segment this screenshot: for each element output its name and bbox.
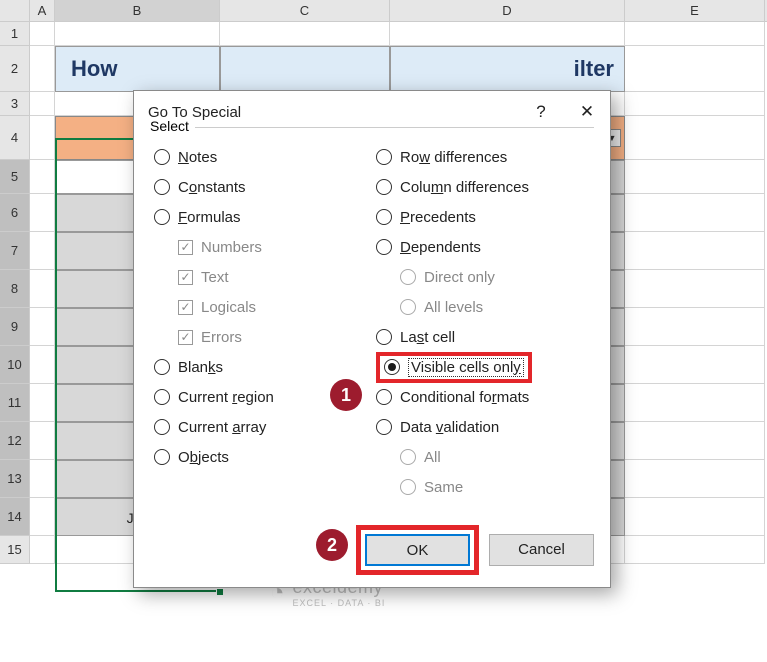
ok-button-highlight: OK (356, 525, 479, 575)
option-objects[interactable]: Objects (150, 442, 372, 472)
option-constants[interactable]: Constants (150, 172, 372, 202)
checkbox-numbers: ✓Numbers (150, 232, 372, 262)
callout-badge-2: 2 (316, 529, 348, 561)
col-header-b[interactable]: B (55, 0, 220, 21)
option-visible-cells-only[interactable]: Visible cells only (372, 352, 594, 382)
option-column-differences[interactable]: Column differences (372, 172, 594, 202)
row-1: 1 (0, 22, 767, 46)
checkbox-logicals: ✓Logicals (150, 292, 372, 322)
option-same: Same (372, 472, 594, 502)
checkbox-errors: ✓Errors (150, 322, 372, 352)
title-right[interactable]: ilter (390, 46, 625, 92)
option-all-levels: All levels (372, 292, 594, 322)
col-header-a[interactable]: A (30, 0, 55, 21)
col-header-e[interactable]: E (625, 0, 765, 21)
ok-button[interactable]: OK (365, 534, 470, 566)
checkbox-text: ✓Text (150, 262, 372, 292)
column-headers: A B C D E (0, 0, 767, 22)
option-dependents[interactable]: Dependents (372, 232, 594, 262)
row-2: 2 How ilter (0, 46, 767, 92)
option-data-validation[interactable]: Data validation (372, 412, 594, 442)
option-formulas[interactable]: Formulas (150, 202, 372, 232)
col-header-c[interactable]: C (220, 0, 390, 21)
option-blanks[interactable]: Blanks (150, 352, 372, 382)
callout-badge-1: 1 (330, 379, 362, 411)
col-header-d[interactable]: D (390, 0, 625, 21)
option-last-cell[interactable]: Last cell (372, 322, 594, 352)
title-left[interactable]: How (55, 46, 220, 92)
option-notes[interactable]: NNotesotes (150, 142, 372, 172)
option-precedents[interactable]: Precedents (372, 202, 594, 232)
option-row-differences[interactable]: Row differences (372, 142, 594, 172)
cancel-button[interactable]: Cancel (489, 534, 594, 566)
option-all: All (372, 442, 594, 472)
option-conditional-formats[interactable]: Conditional formats (372, 382, 594, 412)
radio-checked-icon (384, 359, 400, 375)
option-direct-only: Direct only (372, 262, 594, 292)
go-to-special-dialog: Go To Special ? ✕ Select NNotesotes Cons… (133, 90, 611, 588)
option-current-array[interactable]: Current array (150, 412, 372, 442)
select-group-label: Select (150, 118, 195, 134)
selection-handle[interactable] (216, 588, 224, 596)
